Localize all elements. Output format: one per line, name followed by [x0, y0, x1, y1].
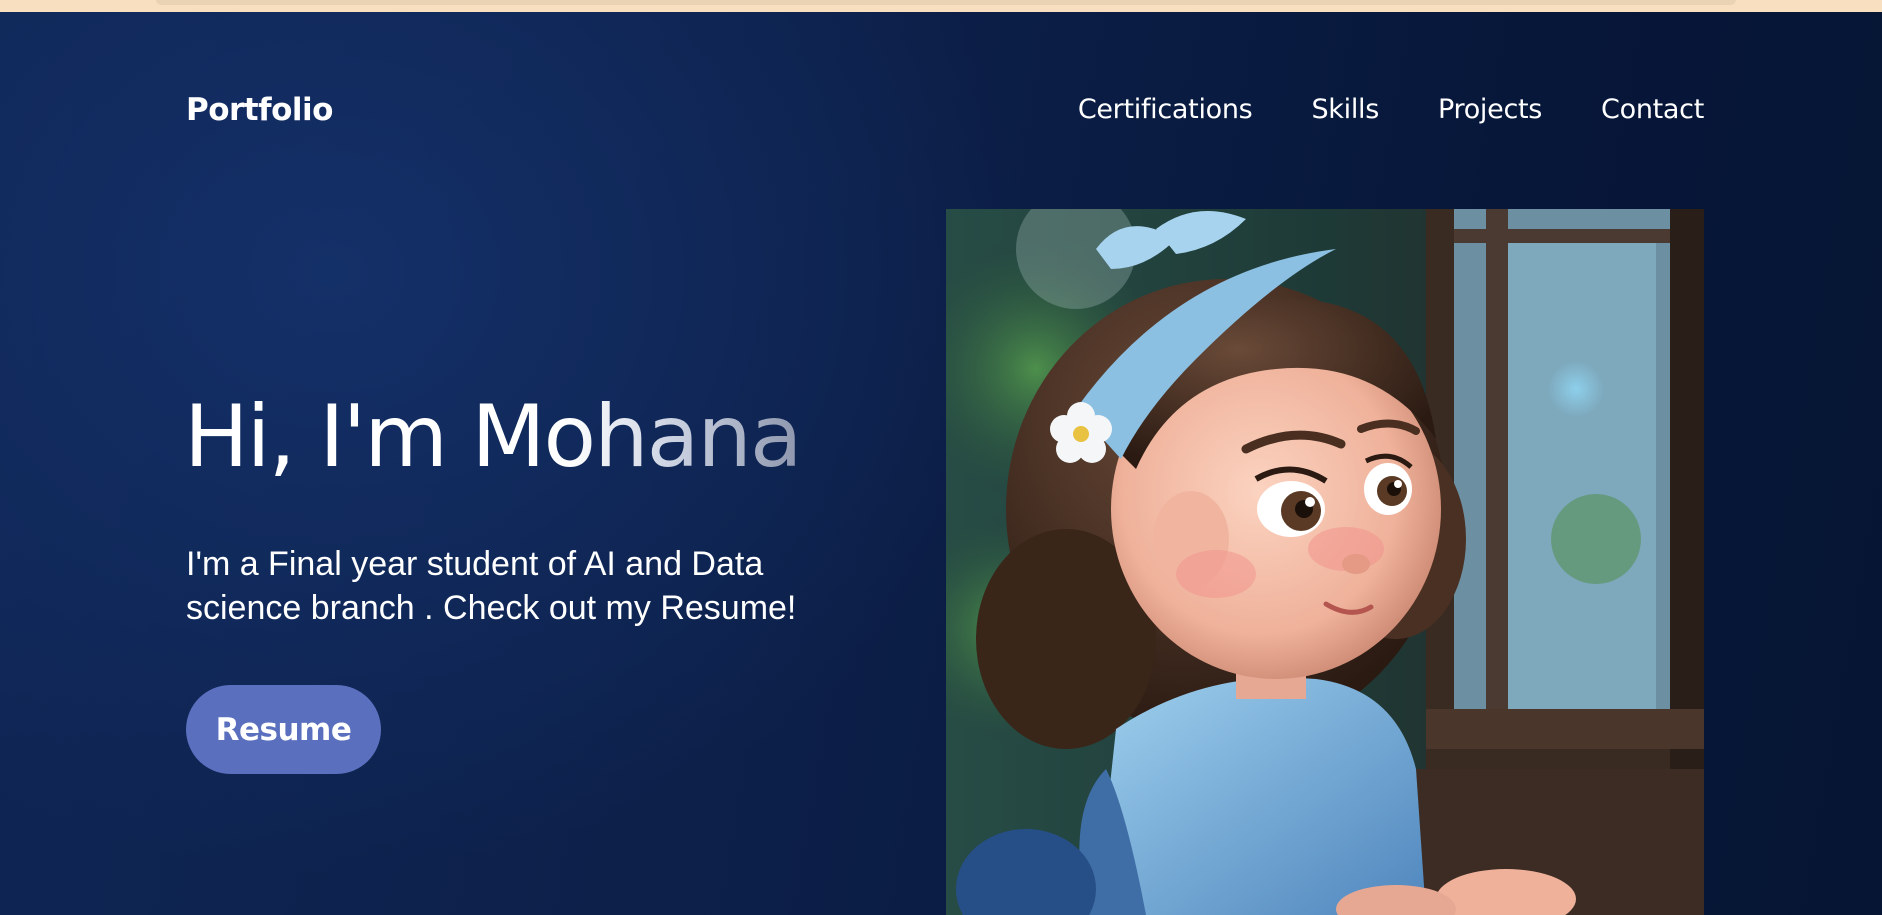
- browser-address-bar-edge: [156, 0, 1736, 5]
- site-logo[interactable]: Portfolio: [186, 92, 333, 128]
- browser-top-strip: [0, 0, 1882, 12]
- nav-link-certifications[interactable]: Certifications: [1078, 94, 1253, 125]
- portfolio-page: Portfolio Certifications Skills Projects…: [0, 12, 1882, 915]
- nav-link-skills[interactable]: Skills: [1311, 94, 1379, 125]
- nav-link-projects[interactable]: Projects: [1438, 94, 1542, 125]
- hero-description: I'm a Final year student of AI and Data …: [186, 545, 797, 627]
- hero-heading: Hi, I'm Mohana: [184, 387, 803, 487]
- nav-link-contact[interactable]: Contact: [1601, 94, 1704, 125]
- main-nav: Certifications Skills Projects Contact: [1078, 94, 1704, 125]
- resume-button[interactable]: Resume: [186, 685, 381, 774]
- profile-illustration: [946, 209, 1704, 915]
